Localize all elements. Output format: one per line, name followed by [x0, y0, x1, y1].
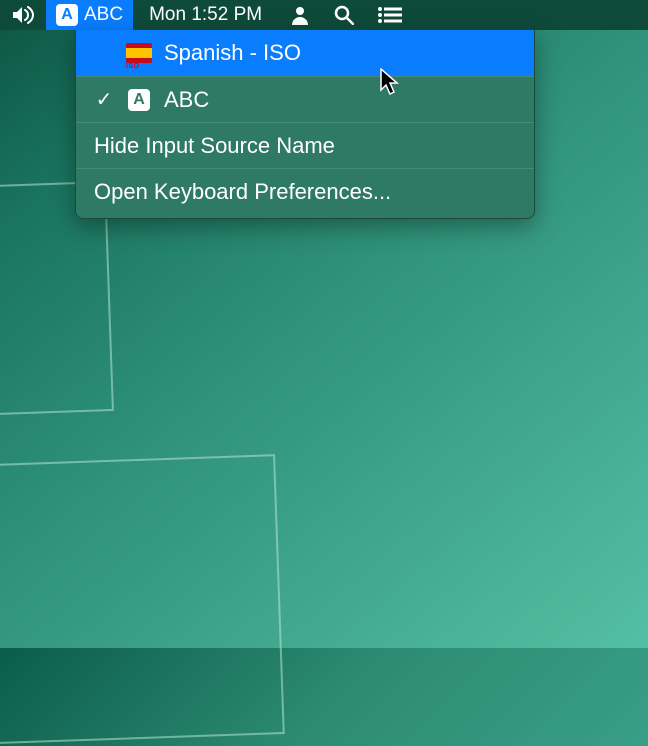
menubar: A ABC Mon 1:52 PM: [0, 0, 648, 30]
checkmark-icon: ✓: [94, 87, 114, 112]
menu-item-keyboard-preferences[interactable]: Open Keyboard Preferences...: [76, 168, 534, 214]
volume-icon[interactable]: [0, 0, 46, 30]
wallpaper-shape: [0, 454, 285, 746]
search-icon[interactable]: [322, 0, 366, 30]
user-icon[interactable]: [278, 0, 322, 30]
menu-item-abc[interactable]: ✓ A ABC: [76, 76, 534, 122]
menu-item-label: Hide Input Source Name: [94, 133, 520, 159]
menubar-clock[interactable]: Mon 1:52 PM: [133, 0, 278, 30]
menu-item-label: Open Keyboard Preferences...: [94, 179, 520, 205]
input-source-a-icon: A: [128, 89, 150, 111]
menu-item-label: Spanish - ISO: [164, 40, 520, 66]
flag-spain-icon: [126, 43, 152, 63]
input-source-a-icon: A: [56, 4, 78, 26]
menu-item-spanish-iso[interactable]: Spanish - ISO: [76, 30, 534, 76]
menu-item-hide-input-source-name[interactable]: Hide Input Source Name: [76, 122, 534, 168]
input-source-menu-trigger[interactable]: A ABC: [46, 0, 133, 30]
menu-item-label: ABC: [164, 87, 520, 113]
menu-list-icon[interactable]: [366, 0, 414, 30]
input-source-dropdown: Spanish - ISO ✓ A ABC Hide Input Source …: [75, 30, 535, 219]
input-source-label: ABC: [84, 4, 123, 26]
